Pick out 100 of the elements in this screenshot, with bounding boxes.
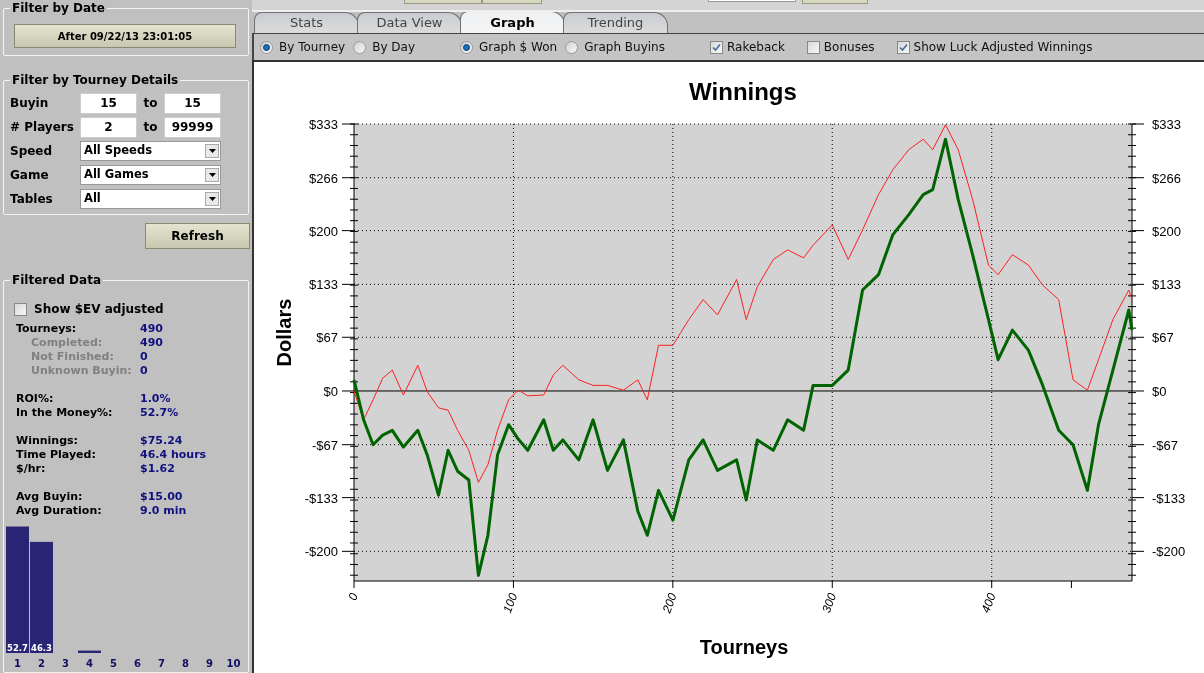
- dropdown[interactable]: All Speeds: [80, 141, 221, 161]
- checkbox-label: Show Luck Adjusted Winnings: [913, 39, 1093, 56]
- group-title: Filter by Tourney Details: [10, 72, 181, 88]
- input-field[interactable]: 99999: [164, 116, 221, 138]
- x-tick-label: 200: [659, 591, 680, 615]
- caret-icon: [205, 168, 219, 182]
- refresh-button[interactable]: Refresh: [145, 223, 250, 249]
- stat-value: $1.62: [140, 460, 175, 477]
- caret-icon: [205, 192, 219, 206]
- y-tick-label: -$200: [1152, 544, 1186, 560]
- stat-value: 490: [140, 334, 163, 351]
- category-label: 10: [226, 658, 241, 669]
- field-label: Tables: [10, 191, 54, 208]
- dropdown[interactable]: All Games: [80, 165, 221, 185]
- y-tick-label: $200: [1152, 223, 1181, 239]
- x-tick-label: 400: [978, 591, 999, 615]
- stat-value: 490: [140, 320, 163, 337]
- x-tick-label: 100: [500, 591, 521, 615]
- stat-label: In the Money%:: [16, 404, 114, 421]
- y-tick-label: $133: [309, 277, 338, 293]
- radio-label: By Tourney: [279, 39, 346, 56]
- caret-icon: [205, 144, 219, 158]
- checkbox-label: Show $EV adjusted: [34, 301, 164, 318]
- y-tick-label: $67: [316, 330, 338, 346]
- category-label: 6: [134, 658, 141, 669]
- input-field[interactable]: 15: [164, 92, 221, 114]
- stat-value: 52.7%: [140, 404, 179, 421]
- checkbox[interactable]: [896, 40, 910, 54]
- radio-button[interactable]: [260, 40, 273, 54]
- stat-value: 0: [140, 348, 148, 365]
- stat-label: Completed:: [30, 334, 104, 351]
- y-tick-label: $67: [1152, 330, 1174, 346]
- y-tick-label: -$67: [1152, 437, 1179, 453]
- y-tick-label: $266: [309, 170, 338, 186]
- field-label: # Players: [10, 119, 75, 136]
- stat-label: Unknown Buyin:: [30, 362, 133, 379]
- checkbox[interactable]: [710, 40, 723, 54]
- radio-button[interactable]: [353, 40, 367, 54]
- category-label: 7: [158, 658, 165, 669]
- chart-title: Winnings: [689, 78, 797, 105]
- checkbox-label: Rakeback: [727, 39, 785, 56]
- category-label: 9: [206, 658, 213, 669]
- input-field[interactable]: 2: [80, 116, 137, 138]
- y-tick-label: $333: [1152, 117, 1181, 132]
- y-tick-label: -$133: [304, 490, 338, 506]
- separator-label: to: [142, 119, 159, 136]
- x-tick-label: 300: [819, 591, 840, 615]
- y-tick-label: $0: [1152, 384, 1167, 399]
- stat-label: Avg Buyin:: [16, 488, 84, 505]
- stat-label: Winnings:: [16, 432, 79, 449]
- field-label: Speed: [10, 143, 54, 160]
- checkbox[interactable]: [806, 40, 820, 54]
- dropdown[interactable]: All: [80, 189, 221, 209]
- category-label: 3: [62, 658, 69, 669]
- field-label: Game: [10, 167, 50, 184]
- radio-label: Graph $ Won: [479, 39, 558, 56]
- y-tick-label: $333: [309, 117, 338, 132]
- stat-value: $15.00: [140, 488, 183, 505]
- category-label: 5: [110, 658, 117, 669]
- stat-label: Not Finished:: [30, 348, 115, 365]
- checkbox-label: Bonuses: [823, 39, 875, 56]
- y-tick-label: $0: [323, 384, 338, 399]
- radio-label: By Day: [372, 39, 416, 56]
- y-tick-label: -$67: [311, 437, 338, 453]
- bar-value-label: 52.7: [7, 643, 28, 653]
- y-tick-label: -$133: [1152, 490, 1186, 506]
- tab[interactable]: Data View: [357, 12, 462, 33]
- field-label: Buyin: [10, 95, 50, 112]
- y-tick-label: $133: [1152, 277, 1181, 293]
- stat-label: ROI%:: [16, 390, 55, 407]
- bar-value-label: 46.3: [31, 643, 52, 653]
- radio-button[interactable]: [460, 40, 473, 54]
- tab[interactable]: Stats: [254, 12, 359, 33]
- date-filter-button[interactable]: After 09/22/13 23:01:05: [14, 24, 236, 48]
- tab[interactable]: Graph: [460, 11, 565, 33]
- radio-label: Graph Buyins: [584, 39, 665, 56]
- category-label: 1: [14, 658, 21, 669]
- category-label: 8: [182, 658, 189, 669]
- stat-label: $/hr:: [16, 460, 47, 477]
- stat-value: 0: [140, 362, 148, 379]
- stat-value: 1.0%: [140, 390, 171, 407]
- tab[interactable]: Trending: [563, 12, 668, 33]
- stat-label: Tourneys:: [16, 320, 78, 337]
- y-tick-label: $266: [1152, 170, 1181, 186]
- group-title: Filter by Date: [10, 0, 107, 16]
- stat-value: 46.4 hours: [140, 446, 207, 463]
- checkbox[interactable]: [14, 302, 27, 316]
- y-tick-label: $200: [309, 223, 338, 239]
- histogram-bar: [78, 650, 101, 653]
- stat-value: 9.0 min: [140, 502, 187, 519]
- stat-label: Avg Duration:: [16, 502, 103, 519]
- input-field[interactable]: 15: [80, 92, 137, 114]
- x-axis-title: Tourneys: [699, 636, 789, 658]
- radio-button[interactable]: [565, 40, 579, 54]
- separator-label: to: [142, 95, 159, 112]
- x-tick-label: 0: [345, 591, 361, 603]
- y-axis-title: Dollars: [273, 298, 295, 367]
- stat-label: Time Played:: [16, 446, 97, 463]
- category-label: 2: [38, 658, 45, 669]
- y-tick-label: -$200: [304, 544, 338, 560]
